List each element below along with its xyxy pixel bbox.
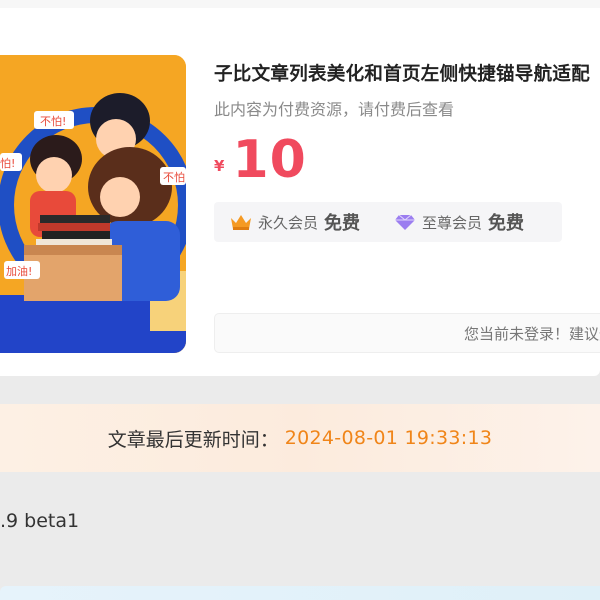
thumbnail-illustration: 不怕! 怕! 不怕 加油!	[0, 55, 186, 353]
price: ¥10	[214, 130, 307, 190]
update-time-value: 2024-08-01 19:33:13	[284, 427, 493, 449]
update-time-label: 文章最后更新时间：	[107, 428, 279, 451]
thumbnail-label-3: 不怕	[163, 171, 185, 184]
vip-permanent-label: 永久会员	[258, 213, 319, 232]
paid-notice: 此内容为付费资源，请付费后查看	[214, 100, 455, 119]
vip-benefits: 永久会员 免费 至尊会员 免费	[214, 202, 562, 242]
diamond-icon	[395, 214, 416, 230]
thumbnail-label-2: 怕!	[0, 157, 15, 170]
thumbnail-label-4: 加油!	[6, 264, 32, 278]
vip-supreme-label: 至尊会员	[422, 213, 483, 232]
thumbnail-label-1: 不怕!	[40, 115, 66, 128]
price-amount: 10	[232, 130, 307, 190]
currency-symbol: ¥	[214, 157, 225, 175]
version-text: .9 beta1	[0, 510, 80, 532]
vip-supreme[interactable]: 至尊会员 免费	[394, 209, 524, 235]
top-bar	[0, 0, 600, 8]
crown-icon	[231, 215, 251, 230]
article-thumbnail[interactable]: 不怕! 怕! 不怕 加油!	[0, 55, 186, 353]
bottom-panel-edge	[0, 586, 600, 600]
login-notice-text: 您当前未登录！建议登	[463, 324, 600, 343]
vip-supreme-badge: 免费	[488, 213, 525, 234]
update-time-banner: 文章最后更新时间： 2024-08-01 19:33:13	[0, 404, 600, 472]
vip-permanent-badge: 免费	[324, 213, 361, 234]
article-title[interactable]: 子比文章列表美化和首页左侧快捷锚导航适配	[214, 60, 600, 86]
login-notice[interactable]: 您当前未登录！建议登	[214, 313, 600, 353]
vip-permanent[interactable]: 永久会员 免费	[230, 209, 360, 235]
